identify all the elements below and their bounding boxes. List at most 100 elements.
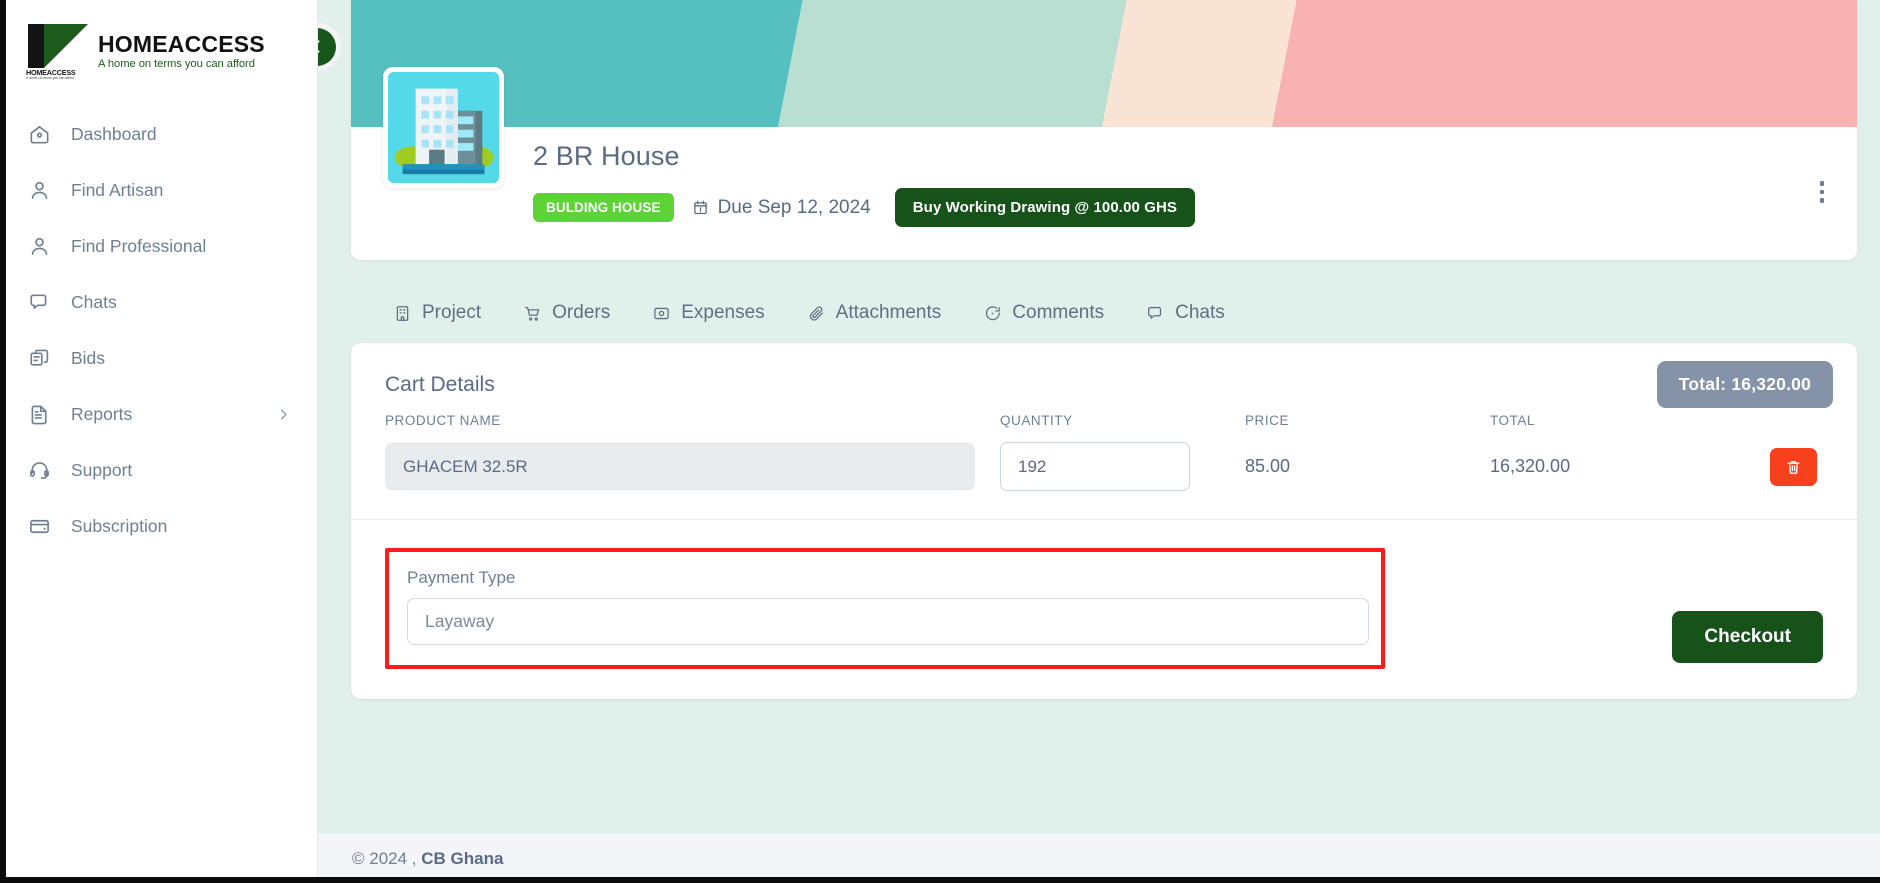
tab-label: Project — [422, 302, 482, 323]
tab-label: Orders — [552, 302, 611, 323]
price-value: 85.00 — [1245, 456, 1291, 476]
card-icon — [28, 515, 51, 538]
tab-label: Chats — [1175, 302, 1225, 323]
status-badge: BULDING HOUSE — [533, 193, 674, 222]
homeaccess-logo-icon: HOMEACCESS A home on terms you can affor… — [26, 22, 88, 80]
project-banner — [351, 0, 1857, 127]
buy-working-drawing-button[interactable]: Buy Working Drawing @ 100.00 GHS — [894, 188, 1196, 227]
tab-orders[interactable]: Orders — [505, 292, 628, 334]
sidebar-item-label: Find Professional — [71, 235, 207, 256]
sidebar-nav: Dashboard Find Artisan Find Professional… — [0, 106, 317, 554]
row-total-value: 16,320.00 — [1490, 456, 1571, 476]
sidebar-item-bids[interactable]: Bids — [0, 330, 317, 386]
logo-mark-subword: A home on terms you can afford — [26, 75, 74, 80]
window-bottom-edge — [0, 877, 1880, 883]
sidebar-item-label: Chats — [71, 291, 117, 312]
cart-total-badge: Total: 16,320.00 — [1656, 361, 1833, 408]
cart-header: Cart Details Total: 16,320.00 — [351, 343, 1857, 413]
comment-icon — [983, 304, 1002, 323]
chevron-left-icon — [318, 27, 336, 66]
sidebar-item-find-professional[interactable]: Find Professional — [0, 218, 317, 274]
table-row: GHACEM 32.5R 192 85.00 16,320.00 — [385, 442, 1823, 519]
sidebar: HOMEACCESS A home on terms you can affor… — [0, 0, 318, 883]
sidebar-item-support[interactable]: Support — [0, 442, 317, 498]
sidebar-item-label: Bids — [71, 347, 106, 368]
table-header-row: PRODUCT NAME QUANTITY PRICE TOTAL — [385, 413, 1823, 428]
due-date: Due Sep 12, 2024 — [692, 197, 871, 219]
checkout-button[interactable]: Checkout — [1672, 611, 1823, 663]
brand-tagline: A home on terms you can afford — [98, 57, 255, 70]
footer-copyright: © 2024 , CB Ghana — [352, 849, 503, 869]
due-date-label: Due Sep 12, 2024 — [717, 196, 871, 218]
app-root: HOMEACCESS A home on terms you can affor… — [0, 0, 1880, 883]
chat-icon — [28, 291, 51, 314]
kebab-menu-icon[interactable] — [1809, 179, 1835, 205]
sidebar-item-subscription[interactable]: Subscription — [0, 498, 317, 554]
sidebar-item-label: Find Artisan — [71, 179, 164, 200]
sidebar-item-label: Reports — [71, 403, 133, 424]
project-meta-row: BULDING HOUSE Due Sep 12, 2024 Buy Worki… — [533, 188, 1817, 227]
window-left-edge — [0, 0, 6, 883]
quantity-input[interactable]: 192 — [1000, 442, 1190, 491]
footer: © 2024 , CB Ghana — [318, 834, 1880, 883]
money-icon — [652, 304, 671, 323]
tab-project[interactable]: Project — [375, 292, 499, 334]
tab-comments[interactable]: Comments — [965, 292, 1122, 334]
footer-company: CB Ghana — [421, 848, 504, 868]
column-header-price: PRICE — [1245, 413, 1290, 428]
banner-band-pink — [1265, 0, 1857, 127]
banner-band-mint — [771, 0, 1137, 127]
project-tabs: Project Orders Expenses Attachments Comm… — [351, 292, 1857, 334]
tab-chats[interactable]: Chats — [1128, 292, 1243, 334]
sidebar-item-find-artisan[interactable]: Find Artisan — [0, 162, 317, 218]
sidebar-item-dashboard[interactable]: Dashboard — [0, 106, 317, 162]
trash-icon — [1785, 458, 1802, 476]
brand-name: HOMEACCESS — [98, 31, 265, 58]
sidebar-item-label: Subscription — [71, 515, 168, 536]
building-small-icon — [393, 304, 412, 323]
tab-expenses[interactable]: Expenses — [634, 292, 782, 334]
project-info: 2 BR House BULDING HOUSE Due Sep 12, 202… — [533, 141, 1817, 227]
sidebar-item-label: Support — [71, 459, 133, 480]
main-content: 2 BR House BULDING HOUSE Due Sep 12, 202… — [318, 0, 1880, 883]
headset-icon — [28, 459, 51, 482]
copy-icon — [28, 347, 51, 370]
document-icon — [28, 403, 51, 426]
user-icon — [28, 179, 51, 202]
cart-table: PRODUCT NAME QUANTITY PRICE TOTAL GHACEM… — [351, 413, 1857, 519]
cart-title: Cart Details — [385, 373, 495, 396]
payment-section: Payment Type Layaway Checkout — [351, 520, 1857, 699]
column-header-quantity: QUANTITY — [1000, 413, 1073, 428]
chat-bubble-icon — [1146, 304, 1165, 323]
column-header-total: TOTAL — [1490, 413, 1536, 428]
brand-logo[interactable]: HOMEACCESS A home on terms you can affor… — [0, 14, 317, 80]
banner-band-peach — [1095, 0, 1306, 127]
project-thumbnail — [383, 67, 504, 188]
project-body: 2 BR House BULDING HOUSE Due Sep 12, 202… — [351, 67, 1857, 260]
tab-label: Expenses — [681, 302, 765, 323]
sidebar-item-label: Dashboard — [71, 123, 157, 144]
calendar-alert-icon — [692, 199, 709, 216]
tab-label: Comments — [1012, 302, 1105, 323]
project-card: 2 BR House BULDING HOUSE Due Sep 12, 202… — [351, 0, 1857, 260]
chevron-right-icon — [276, 407, 291, 422]
tab-label: Attachments — [835, 302, 942, 323]
product-name-input[interactable]: GHACEM 32.5R — [385, 443, 975, 490]
sidebar-item-reports[interactable]: Reports — [0, 386, 317, 442]
payment-type-label: Payment Type — [407, 568, 516, 587]
payment-type-select[interactable]: Layaway — [407, 598, 1369, 645]
payment-type-highlight: Payment Type Layaway — [385, 548, 1385, 669]
paperclip-icon — [807, 304, 826, 323]
column-header-product-name: PRODUCT NAME — [385, 413, 501, 428]
cart-icon — [523, 304, 542, 323]
sidebar-item-chats[interactable]: Chats — [0, 274, 317, 330]
footer-copyright-text: © 2024 , — [352, 848, 417, 868]
page-title: 2 BR House — [533, 141, 680, 171]
tab-attachments[interactable]: Attachments — [789, 292, 960, 334]
user-icon — [28, 235, 51, 258]
building-icon — [388, 72, 499, 183]
delete-row-button[interactable] — [1770, 447, 1817, 486]
cart-card: Cart Details Total: 16,320.00 PRODUCT NA… — [351, 343, 1857, 699]
back-button[interactable] — [318, 22, 341, 71]
home-icon — [28, 123, 51, 146]
